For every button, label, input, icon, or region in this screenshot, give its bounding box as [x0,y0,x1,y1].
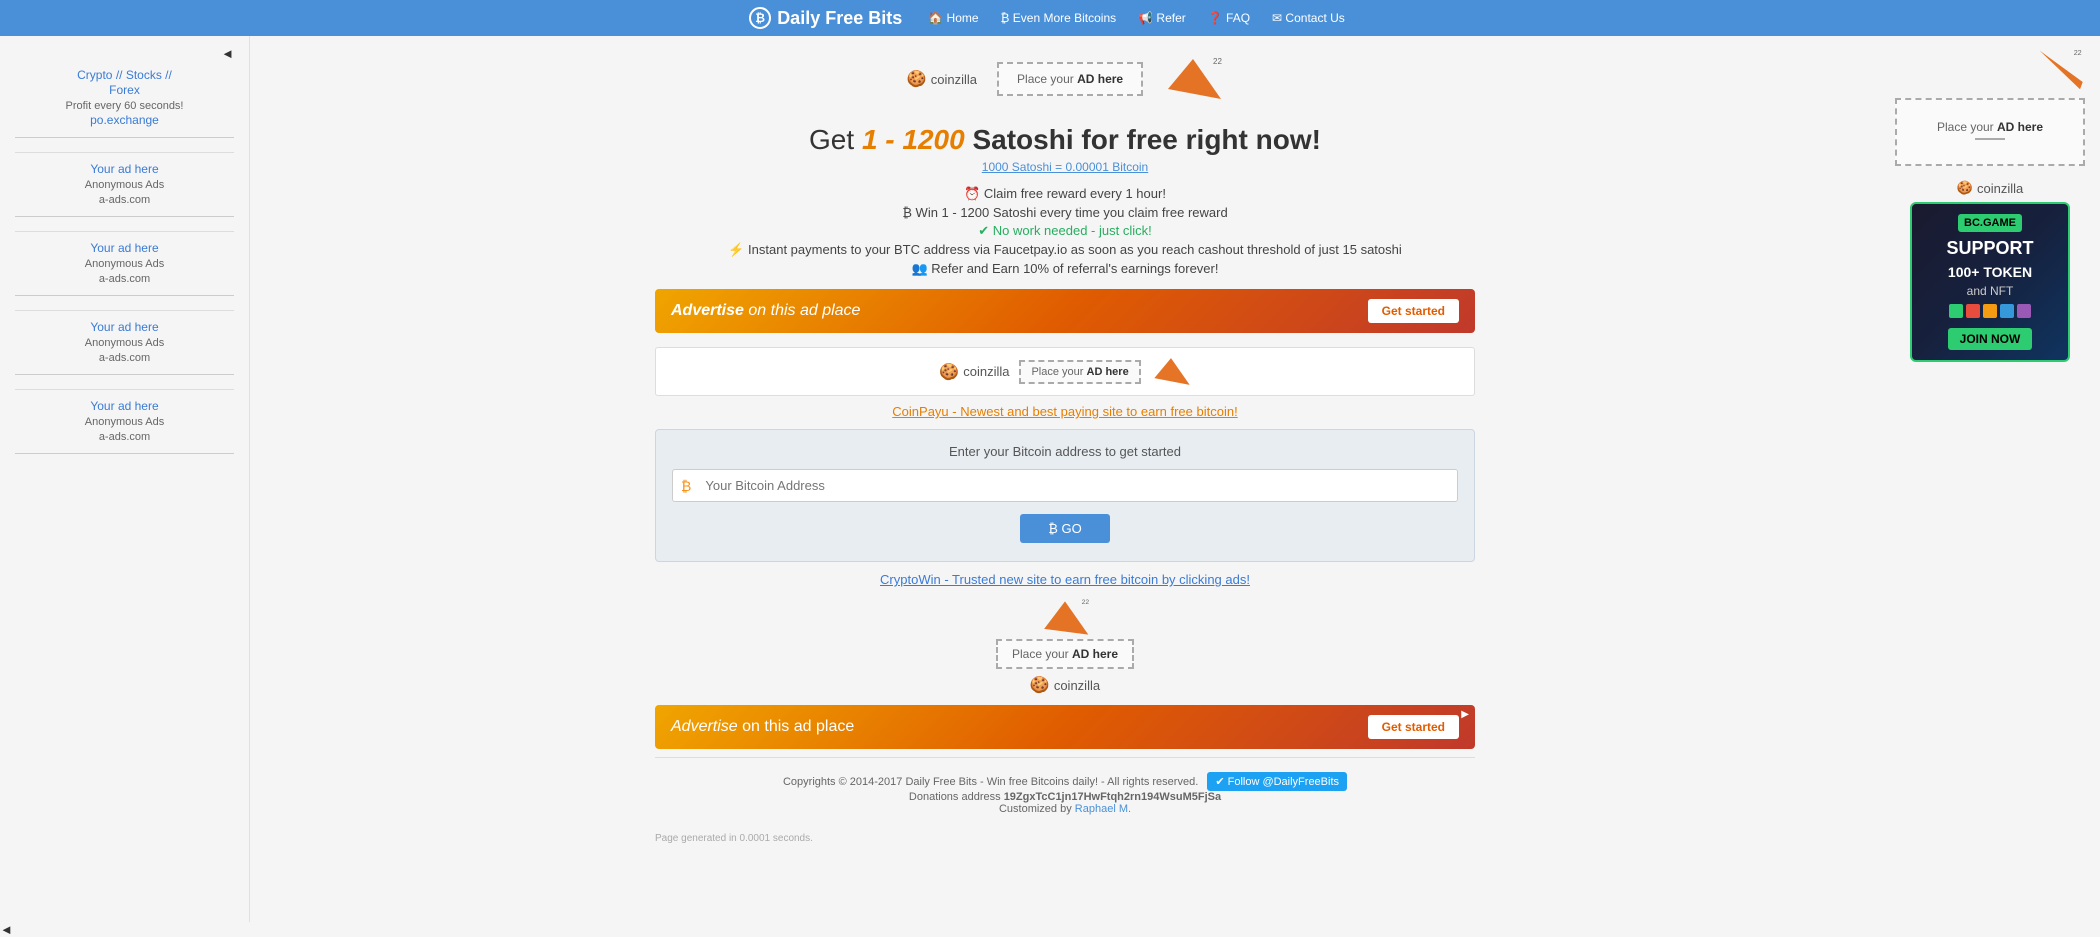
brand-logo[interactable]: ₿ Daily Free Bits [749,7,902,29]
advertise-text: Advertise on this ad place [671,302,860,320]
svg-text:22: 22 [1082,599,1090,606]
footer: Copyrights © 2014-2017 Daily Free Bits -… [655,757,1475,829]
bitcoin-conversion-link[interactable]: 1000 Satoshi = 0.00001 Bitcoin [655,160,1475,174]
feature-5: 👥 Refer and Earn 10% of referral's earni… [655,261,1475,277]
coinpayu-promo-link[interactable]: CoinPayu - Newest and best paying site t… [655,404,1475,419]
coinzilla-small-ad: 🍪 coinzilla Place your AD here [655,347,1475,396]
sidebar-ad-1: Crypto // Stocks // Forex Profit every 6… [15,67,234,138]
customizer-link[interactable]: Raphael M. [1075,803,1131,815]
navbar: ₿ Daily Free Bits 🏠 Home ₿ Even More Bit… [0,0,2100,36]
place-ad-top[interactable]: Place your AD here [997,62,1143,96]
main-content: 🍪 coinzilla Place your AD here 22 Get 1 … [635,36,1495,922]
advertise-text-2: Advertise on this ad place [671,718,854,736]
sidebar-ad-3: Your ad here Anonymous Ads a-ads.com [15,240,234,296]
sidebar-ad-2: Your ad here Anonymous Ads a-ads.com [15,161,234,217]
get-started-button-2[interactable]: Get started [1368,715,1459,739]
sidebar-ad-1-link[interactable]: Crypto // Stocks // Forex [77,68,172,97]
bc-game-pixel-art [1920,304,2060,318]
main-heading: Get 1 - 1200 Satoshi for free right now! [655,124,1475,156]
bitcoin-address-row: ₿ [672,469,1458,502]
feature-4: ⚡ Instant payments to your BTC address v… [655,242,1475,258]
coinzilla-ad-2: 22 Place your AD here 🍪 coinzilla [655,597,1475,695]
nav-more-bitcoins[interactable]: ₿ Even More Bitcoins [995,9,1123,27]
coin-icon: ₿ [749,7,771,29]
svg-text:22: 22 [1213,57,1222,66]
red-tab[interactable]: ◄ [0,922,2100,937]
triangle-deco-2: 22 [1040,597,1090,639]
triangle-deco-small [1151,354,1191,389]
get-started-button-1[interactable]: Get started [1368,299,1459,323]
bc-game-nft: and NFT [1920,284,2060,298]
page-gen: Page generated in 0.0001 seconds. [655,829,1475,848]
donations: Donations address 19ZgxTcC1jn17HwFtqh2rn… [665,791,1465,803]
coinzilla-logo-small: 🍪 coinzilla [939,362,1009,382]
right-place-ad[interactable]: Place your AD here [1895,98,2085,166]
features-list: ⏰ Claim free reward every 1 hour! ₿ Win … [655,186,1475,277]
bitcoin-address-input[interactable] [699,470,1457,501]
sidebar-ad-1-domain[interactable]: po.exchange [90,113,159,127]
right-coinzilla-logo: 🍪 coinzilla [1895,180,2085,196]
sidebar-ad-5-link[interactable]: Your ad here [90,399,158,413]
feature-2: ₿ Win 1 - 1200 Satoshi every time you cl… [655,205,1475,220]
sidebar-ad-4-link[interactable]: Your ad here [90,320,158,334]
nav-refer[interactable]: 📢 Refer [1132,9,1192,27]
twitter-link[interactable]: ✔ Follow @DailyFreeBits [1207,772,1347,791]
top-ad-row: 🍪 coinzilla Place your AD here 22 [655,46,1475,112]
bc-game-join-button[interactable]: JOIN NOW [1948,328,2033,350]
customized-by: Customized by Raphael M. [665,803,1465,815]
nav-contact[interactable]: ✉ Contact Us [1266,9,1351,27]
triangle-decoration-top: 22 [1163,54,1223,104]
coinzilla-logo-2: 🍪 coinzilla [1030,675,1100,695]
sidebar-ad-3-link[interactable]: Your ad here [90,241,158,255]
advertise-banner-1: Advertise on this ad place Get started [655,289,1475,333]
sidebar-ad-2-link[interactable]: Your ad here [90,162,158,176]
feature-1: ⏰ Claim free reward every 1 hour! [655,186,1475,202]
go-button[interactable]: ₿ GO [1020,514,1109,543]
close-banner-2[interactable]: ▶ [1461,709,1469,720]
input-label: Enter your Bitcoin address to get starte… [672,444,1458,459]
bc-game-support: SUPPORT [1920,238,2060,260]
bc-game-tokens: 100+ TOKEN [1920,264,2060,281]
bc-game-ad: BC.GAME SUPPORT 100+ TOKEN and NFT JOIN … [1910,202,2070,362]
collapse-button[interactable]: ◄ [15,46,234,61]
bc-game-header: BC.GAME [1958,214,2022,232]
btc-icon: ₿ [673,478,699,494]
feature-3: ✔ No work needed - just click! [655,223,1475,239]
place-ad-small[interactable]: Place your AD here [1019,360,1140,384]
sidebar-left: ◄ Crypto // Stocks // Forex Profit every… [0,36,250,922]
copyright: Copyrights © 2014-2017 Daily Free Bits -… [665,772,1465,791]
brand-name: Daily Free Bits [777,8,902,29]
nav-faq[interactable]: ❓ FAQ [1202,9,1256,27]
coinzilla-logo-top: 🍪 coinzilla [907,69,977,89]
nav-home[interactable]: 🏠 Home [922,9,984,27]
right-triangle-top: 22 [1895,46,2085,94]
input-section: Enter your Bitcoin address to get starte… [655,429,1475,562]
svg-text:22: 22 [2074,48,2082,57]
sidebar-ad-5: Your ad here Anonymous Ads a-ads.com [15,398,234,454]
nav-links: 🏠 Home ₿ Even More Bitcoins 📢 Refer ❓ FA… [922,9,1351,27]
sidebar-ad-4: Your ad here Anonymous Ads a-ads.com [15,319,234,375]
advertise-banner-2: Advertise on this ad place Get started ▶ [655,705,1475,749]
cryptowin-promo-link[interactable]: CryptoWin - Trusted new site to earn fre… [655,572,1475,587]
place-ad-2[interactable]: Place your AD here [996,639,1134,669]
sidebar-right: 22 Place your AD here 🍪 coinzilla BC.GAM… [1880,36,2100,922]
